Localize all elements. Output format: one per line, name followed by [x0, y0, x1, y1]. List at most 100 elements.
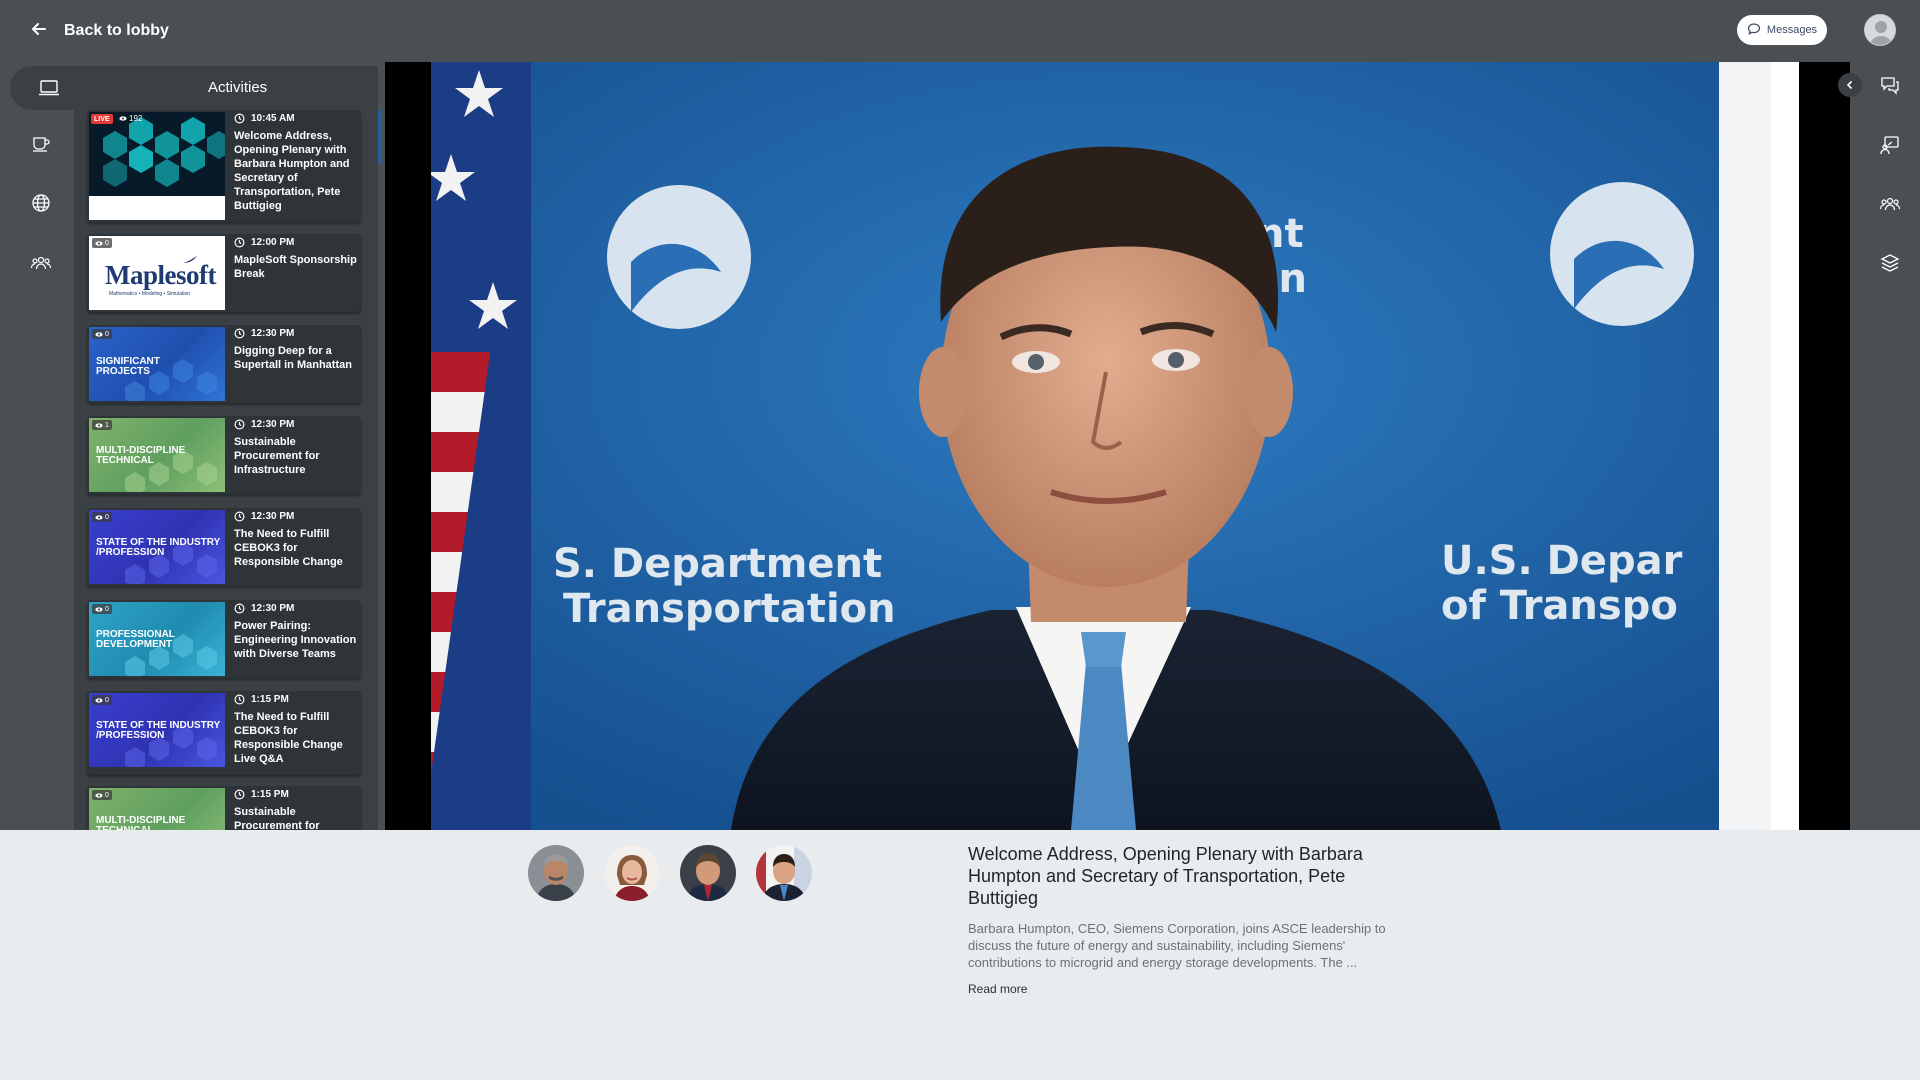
backdrop-text: S. Department [553, 541, 882, 587]
activity-title: Welcome Address, Opening Plenary with Ba… [234, 130, 350, 212]
globe-icon[interactable] [28, 190, 54, 216]
track-label: PROFESSIONAL DEVELOPMENT [96, 629, 175, 650]
collapse-panel-button[interactable] [1838, 73, 1862, 97]
eye-icon [95, 514, 103, 520]
view-count: 1 [92, 420, 112, 430]
activity-time: 12:30 PM [234, 328, 294, 339]
clock-icon [234, 237, 245, 248]
clock-icon [234, 328, 245, 339]
chat-icon[interactable] [1878, 73, 1902, 97]
view-count: 0 [92, 238, 112, 248]
activity-thumbnail: 0 PROFESSIONAL DEVELOPMENT [89, 602, 225, 676]
eye-icon [95, 422, 103, 428]
activity-card[interactable]: 0 Maplesoft Mathematics • Modeling • Sim… [87, 234, 361, 312]
event-stage: Activities LIVE 192 10:45 AM Welcome Add… [0, 62, 1920, 830]
activity-thumbnail: 0 SIGNIFICANT PROJECTS [89, 327, 225, 401]
speaker-avatar[interactable] [756, 845, 812, 901]
view-count: 0 [92, 695, 112, 705]
left-nav-rail [10, 62, 74, 830]
clock-icon [234, 789, 245, 800]
activity-time: 12:00 PM [234, 237, 294, 248]
maplesoft-logo: Maplesoft [105, 260, 216, 290]
track-label: MULTI-DISCIPLINE TECHNICAL [96, 815, 186, 831]
clock-icon [234, 511, 245, 522]
arrow-left-icon [30, 20, 48, 43]
back-to-lobby-link[interactable]: Back to lobby [30, 20, 169, 43]
activity-card[interactable]: 0 MULTI-DISCIPLINE TECHNICAL 1:15 PM Sus… [87, 786, 361, 830]
speaker-avatar[interactable] [680, 845, 736, 901]
eye-icon [95, 697, 103, 703]
chevron-left-icon [1846, 80, 1853, 90]
activity-time: 10:45 AM [234, 113, 295, 124]
activity-thumbnail: 0 Maplesoft Mathematics • Modeling • Sim… [89, 236, 225, 310]
people-group-icon[interactable] [28, 250, 54, 276]
track-label: STATE OF THE INDUSTRY /PROFESSION [96, 537, 221, 558]
coffee-break-icon[interactable] [28, 130, 54, 156]
user-silhouette-icon [1865, 15, 1895, 45]
clock-icon [234, 419, 245, 430]
read-more-link[interactable]: Read more [968, 982, 1027, 996]
activities-title: Activities [208, 79, 268, 96]
activity-thumbnail: 0 MULTI-DISCIPLINE TECHNICAL [89, 788, 225, 830]
eye-icon [95, 792, 103, 798]
activity-card-live[interactable]: LIVE 192 10:45 AM Welcome Address, Openi… [87, 110, 361, 222]
right-tool-rail [1860, 62, 1920, 830]
track-label: SIGNIFICANT PROJECTS [96, 356, 160, 377]
activity-card[interactable]: 0 STATE OF THE INDUSTRY /PROFESSION 1:15… [87, 691, 361, 775]
activity-thumbnail: 0 STATE OF THE INDUSTRY /PROFESSION [89, 510, 225, 584]
eye-icon [95, 240, 103, 246]
presentation-icon[interactable] [1878, 133, 1902, 157]
activity-title: Sustainable Procurement for Infrastructu… [234, 436, 320, 476]
view-count: 192 [119, 114, 142, 123]
activity-time: 12:30 PM [234, 511, 294, 522]
speaker-avatar[interactable] [604, 845, 660, 901]
activity-thumbnail: 0 STATE OF THE INDUSTRY /PROFESSION [89, 693, 225, 767]
activity-time: 1:15 PM [234, 694, 289, 705]
backdrop-text: of Transpo [1441, 583, 1678, 629]
activity-time: 12:30 PM [234, 603, 294, 614]
video-player[interactable]: S. Department Transportation U.S. Depar … [385, 62, 1850, 830]
activity-thumbnail: LIVE 192 [89, 112, 225, 220]
track-label: STATE OF THE INDUSTRY /PROFESSION [96, 720, 221, 741]
speaker-list [528, 845, 812, 901]
clock-icon [234, 694, 245, 705]
track-label: MULTI-DISCIPLINE TECHNICAL [96, 445, 186, 466]
activity-time: 12:30 PM [234, 419, 294, 430]
view-count: 0 [92, 512, 112, 522]
maplesoft-leaf-icon [181, 252, 199, 270]
activity-time: 1:15 PM [234, 789, 289, 800]
video-frame: S. Department Transportation U.S. Depar … [431, 62, 1799, 830]
activity-title: Sustainable Procurement for [234, 806, 320, 830]
view-count: 0 [92, 604, 112, 614]
live-badge: LIVE [91, 114, 113, 124]
activity-title: Power Pairing: Engineering Innovation wi… [234, 620, 357, 660]
back-to-lobby-label: Back to lobby [64, 22, 169, 39]
attendees-icon[interactable] [1878, 192, 1902, 216]
backdrop-text: Transportation [563, 586, 896, 632]
activity-card[interactable]: 0 PROFESSIONAL DEVELOPMENT 12:30 PM Powe… [87, 600, 361, 678]
messages-label: Messages [1766, 24, 1818, 36]
layers-icon[interactable] [1878, 251, 1902, 275]
view-count: 0 [92, 790, 112, 800]
eye-icon [95, 331, 103, 337]
eye-icon [119, 116, 127, 121]
speaker-avatar[interactable] [528, 845, 584, 901]
session-description: Barbara Humpton, CEO, Siemens Corporatio… [968, 921, 1386, 970]
view-count: 0 [92, 329, 112, 339]
activity-title: MapleSoft Sponsorship Break [234, 254, 357, 280]
clock-icon [234, 603, 245, 614]
activity-card[interactable]: 1 MULTI-DISCIPLINE TECHNICAL 12:30 PM Su… [87, 416, 361, 494]
backdrop-text: U.S. Depar [1441, 538, 1683, 584]
clock-icon [234, 113, 245, 124]
top-bar: Back to lobby Messages [0, 0, 1920, 62]
activities-scrollbar[interactable] [378, 110, 382, 164]
activity-card[interactable]: 0 STATE OF THE INDUSTRY /PROFESSION 12:3… [87, 508, 361, 586]
activity-card[interactable]: 0 SIGNIFICANT PROJECTS 12:30 PM Digging … [87, 325, 361, 403]
user-avatar[interactable] [1864, 14, 1896, 46]
activities-list[interactable]: LIVE 192 10:45 AM Welcome Address, Openi… [74, 110, 378, 830]
messages-button[interactable]: Messages [1737, 15, 1827, 45]
session-title: Welcome Address, Opening Plenary with Ba… [968, 844, 1363, 908]
activity-title: The Need to Fulfill CEBOK3 for Responsib… [234, 528, 343, 568]
activity-title: The Need to Fulfill CEBOK3 for Responsib… [234, 711, 343, 765]
maplesoft-tagline: Mathematics • Modeling • Simulation [109, 291, 191, 297]
